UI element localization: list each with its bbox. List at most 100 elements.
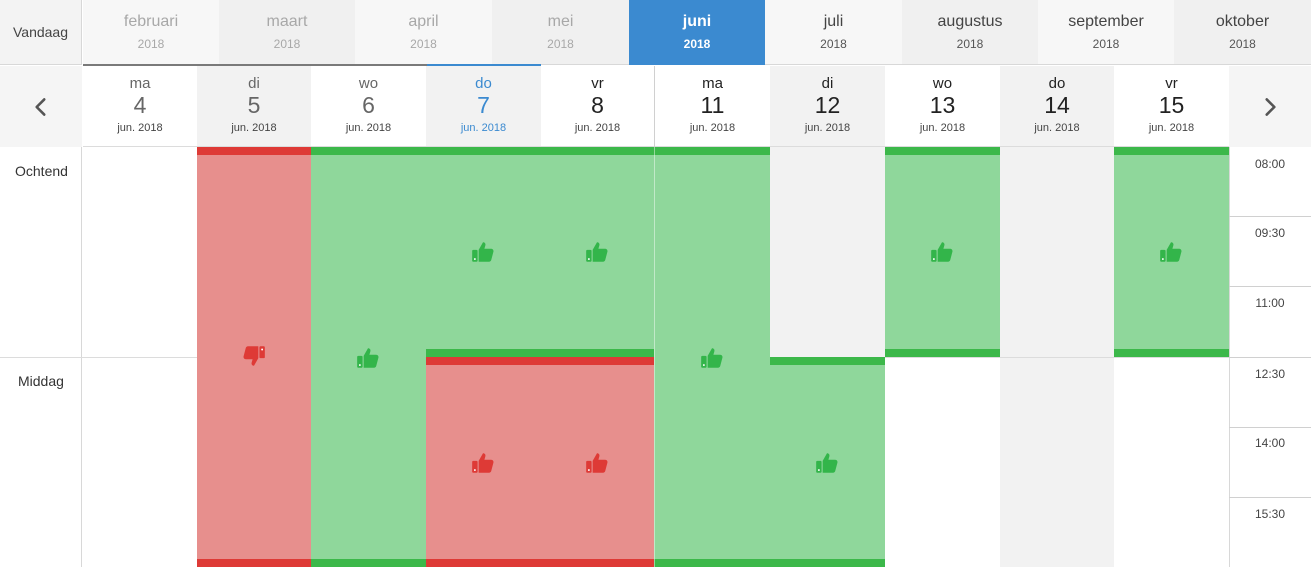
availability-bar [885,349,1000,357]
month-year: 2018 [1092,37,1120,51]
month-year: 2018 [956,37,984,51]
next-week-button[interactable] [1229,66,1311,147]
month-year: 2018 [273,37,301,51]
month-year: 2018 [410,37,437,51]
availability-bar [311,147,426,155]
prev-week-button[interactable] [0,66,82,147]
day-of-week: wo [932,75,953,92]
time-gridline [1229,286,1311,287]
day-header-14[interactable]: do 14 jun. 2018 [1000,66,1114,147]
thumbs-up-icon [584,239,610,265]
chevron-left-icon [28,94,54,120]
thumbs-up-icon [814,450,840,476]
today-button[interactable]: Vandaag [0,0,82,65]
day-of-week: di [248,75,260,92]
day-month: jun. 2018 [231,122,277,134]
month-tab-mei[interactable]: mei 2018 [492,0,629,65]
day-number: 12 [814,92,841,118]
day-month: jun. 2018 [689,122,736,134]
time-gridline [1229,497,1311,498]
day-of-week: vr [591,75,604,92]
thumbs-up-icon [355,345,381,371]
month-year: 2018 [547,37,574,51]
thumbs-up-icon [929,239,955,265]
day-number: 7 [477,92,490,118]
availability-bar [311,559,426,567]
day-number: 14 [1044,92,1070,118]
day-header-11[interactable]: ma 11 jun. 2018 [655,66,770,147]
time-gridline [1229,427,1311,428]
day-number: 4 [133,92,147,118]
day-of-week: di [821,75,834,92]
time-gridline [1229,357,1311,358]
availability-bar [426,357,654,365]
chevron-right-icon [1257,94,1283,120]
availability-bar [654,147,770,155]
thumbs-up-icon [699,345,725,371]
day-of-week: ma [702,75,723,92]
month-name: juli [823,13,844,30]
month-year: 2018 [1229,37,1256,51]
day-header-8[interactable]: vr 8 jun. 2018 [541,66,654,147]
day-month: jun. 2018 [1034,122,1080,134]
month-name: augustus [937,13,1003,30]
availability-bar [197,147,311,155]
week-divider [654,66,655,147]
month-name: september [1068,13,1144,30]
day-header-7[interactable]: do 7 jun. 2018 [426,66,541,147]
day-number: 15 [1158,92,1185,118]
day-number: 8 [591,92,604,118]
month-year: 2018 [137,37,165,51]
time-label: 15:30 [1254,507,1286,521]
day-header-4[interactable]: ma 4 jun. 2018 [83,66,197,147]
month-tab-september[interactable]: september 2018 [1038,0,1174,65]
month-tab-juli[interactable]: juli 2018 [765,0,902,65]
day-of-week: do [1048,75,1066,92]
month-tab-augustus[interactable]: augustus 2018 [902,0,1038,65]
month-tab-april[interactable]: april 2018 [355,0,492,65]
month-name: oktober [1215,13,1270,30]
day-header-12[interactable]: di 12 jun. 2018 [770,66,885,147]
time-label: 08:00 [1254,157,1286,171]
day-of-week: do [475,75,492,92]
time-gridline [1229,216,1311,217]
availability-bar [654,559,885,567]
day-header-15[interactable]: vr 15 jun. 2018 [1114,66,1229,147]
month-name: april [408,13,439,30]
day-header-13[interactable]: wo 13 jun. 2018 [885,66,1000,147]
availability-bar [197,559,311,567]
thumbs-up-icon [470,239,496,265]
day-of-week: wo [358,75,379,92]
day-header-6[interactable]: wo 6 jun. 2018 [311,66,426,147]
day-month: jun. 2018 [117,122,163,134]
month-name: februari [123,13,179,30]
availability-bar [426,349,654,357]
day-of-week: vr [1165,75,1178,92]
day-month: jun. 2018 [574,122,621,134]
day-month: jun. 2018 [345,122,392,134]
month-tab-oktober[interactable]: oktober 2018 [1174,0,1311,65]
thumbs-up-icon [584,450,610,476]
time-label: 12:30 [1254,367,1286,381]
month-name: maart [266,13,308,30]
month-tab-februari[interactable]: februari 2018 [83,0,219,65]
month-year: 2018 [820,37,847,51]
thumbs-up-icon [470,450,496,476]
period-label-afternoon: Middag [18,373,64,389]
day-of-week: ma [129,75,151,92]
month-tab-maart[interactable]: maart 2018 [219,0,355,65]
day-number: 11 [700,92,725,118]
availability-bar [770,357,885,365]
thumbs-down-icon [241,343,267,369]
day-month: jun. 2018 [804,122,851,134]
day-number: 6 [362,92,375,118]
availability-block-7-8-morning[interactable] [426,155,654,349]
time-label: 11:00 [1255,296,1285,310]
week-divider [654,147,655,567]
time-label: 09:30 [1254,226,1286,240]
day-header-5[interactable]: di 5 jun. 2018 [197,66,311,147]
availability-block-7-8-afternoon[interactable] [426,365,654,559]
month-tab-juni[interactable]: juni 2018 [629,0,765,65]
day-month: jun. 2018 [1148,122,1195,134]
availability-bar [1114,349,1229,357]
